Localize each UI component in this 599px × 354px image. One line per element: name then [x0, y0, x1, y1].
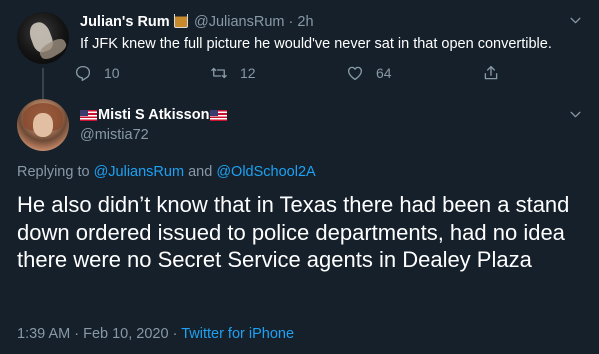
parent-display-name[interactable]: Julian's Rum: [80, 13, 188, 31]
avatar-misti-atkisson[interactable]: [17, 99, 69, 151]
chevron-down-icon: [570, 17, 581, 24]
retweet-icon: [211, 67, 227, 79]
replying-user-link[interactable]: @JuliansRum: [94, 164, 184, 180]
retweet-button[interactable]: 12: [210, 63, 256, 83]
tweet-timestamp[interactable]: 1:39 AM · Feb 10, 2020: [17, 326, 169, 342]
retweet-count: 12: [240, 65, 256, 81]
avatar-julians-rum[interactable]: [17, 12, 69, 64]
main-more-button[interactable]: [569, 108, 582, 126]
replying-user-link[interactable]: @OldSchool2A: [216, 164, 315, 180]
parent-more-button[interactable]: [569, 14, 582, 32]
share-icon: [484, 65, 498, 80]
chevron-down-icon: [570, 111, 581, 118]
main-display-name-text: Misti S Atkisson: [98, 107, 210, 123]
main-tweet-text: He also didn’t know that in Texas there …: [17, 192, 570, 272]
parent-handle-time: @JuliansRum · 2h: [194, 13, 314, 31]
main-display-name[interactable]: Misti S Atkisson: [80, 106, 228, 124]
thread-connector-line: [42, 68, 44, 102]
us-flag-icon: [80, 109, 97, 121]
parent-time[interactable]: 2h: [297, 14, 313, 30]
tweet-source-link[interactable]: Twitter for iPhone: [181, 326, 294, 342]
reply-icon: [75, 65, 91, 82]
replying-to: Replying to @JuliansRum and @OldSchool2A: [17, 163, 316, 181]
heart-icon: [347, 66, 363, 81]
us-flag-icon: [210, 109, 228, 121]
parent-separator: ·: [288, 14, 294, 30]
parent-handle[interactable]: @JuliansRum: [194, 14, 284, 30]
like-count: 64: [376, 65, 392, 81]
parent-tweet-text: If JFK knew the full picture he would've…: [80, 36, 552, 52]
replying-prefix: Replying to: [17, 164, 90, 180]
parent-display-name-text: Julian's Rum: [80, 14, 170, 30]
main-handle[interactable]: @mistia72: [80, 126, 149, 144]
meta-separator: ·: [172, 326, 178, 342]
like-button[interactable]: 64: [346, 63, 392, 83]
share-button[interactable]: [482, 63, 512, 83]
avatar-face: [33, 113, 53, 137]
reply-count: 10: [104, 65, 120, 81]
reply-button[interactable]: 10: [74, 63, 120, 83]
tweet-meta: 1:39 AM · Feb 10, 2020 · Twitter for iPh…: [17, 325, 294, 343]
tumbler-glass-icon: [173, 14, 188, 28]
replying-and: and: [188, 164, 213, 180]
